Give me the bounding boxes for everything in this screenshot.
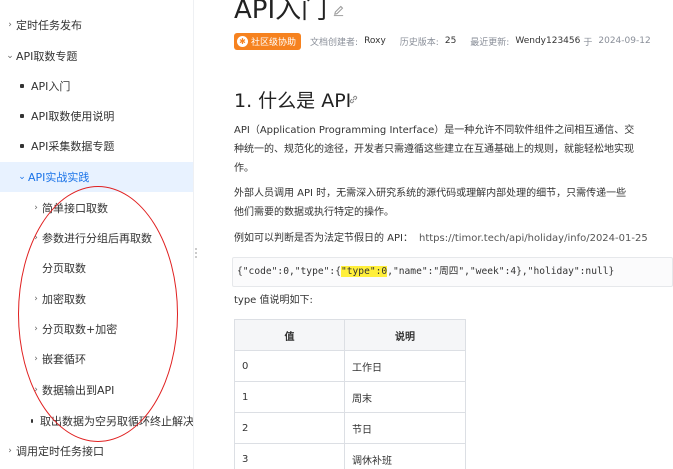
sidebar-item-api-intro[interactable]: API入门	[0, 71, 193, 101]
chevron-right-icon: ›	[8, 446, 12, 456]
article-content: API入门 ✱ 社区级协助 文档创建者: Roxy 历史版本: 25 最近更新:…	[198, 0, 673, 469]
section-heading: 1. 什么是 API	[234, 90, 352, 112]
sidebar-item-output-to-api[interactable]: › 数据输出到API	[0, 375, 193, 405]
paragraph-line: 作。	[234, 163, 254, 174]
sidebar-item-api-usage[interactable]: API取数使用说明	[0, 101, 193, 131]
sidebar-item-api-topic[interactable]: ⌄ API取数专题	[0, 41, 193, 71]
sidebar-item-label: 参数进行分组后再取数	[42, 232, 152, 245]
table-cell: 节日	[344, 412, 466, 444]
article-meta: ✱ 社区级协助 文档创建者: Roxy 历史版本: 25 最近更新: Wendy…	[234, 32, 657, 50]
sidebar-item-label: API取数专题	[16, 50, 78, 63]
sidebar-item-label: 分页取数+加密	[42, 323, 118, 336]
bullet-icon	[31, 419, 33, 423]
table-cell: 周末	[344, 381, 466, 413]
creator-name: Roxy	[364, 36, 386, 46]
version-count[interactable]: 25	[445, 36, 456, 46]
sidebar-item-label: API取数使用说明	[31, 110, 115, 123]
updated-date: 2024-09-12	[598, 36, 651, 46]
sidebar-item-api-collect[interactable]: API采集数据专题	[0, 131, 193, 161]
sidebar-item-label: 定时任务发布	[16, 19, 82, 32]
paragraph-line: 他们需要的数据或执行特定的操作。	[234, 207, 394, 218]
sidebar-item-label: API采集数据专题	[31, 140, 115, 153]
column-header: 说明	[344, 319, 466, 351]
chevron-right-icon: ›	[34, 203, 38, 213]
sidebar-item-grouped-params[interactable]: › 参数进行分组后再取数	[0, 223, 193, 253]
page-title: API入门	[234, 0, 328, 25]
anchor-link-icon[interactable]	[348, 94, 359, 105]
chevron-right-icon: ›	[34, 233, 38, 243]
edit-icon[interactable]	[332, 4, 345, 17]
paragraph-line: 种统一的、规范化的途径，开发者只需遵循这些建立在互通基础上的规则，就能轻松地实现	[234, 144, 634, 155]
updated-label: 最近更新:	[470, 37, 510, 48]
table-row: 0 工作日	[234, 350, 466, 382]
column-header: 值	[234, 319, 345, 351]
table-cell: 1	[234, 381, 345, 413]
table-row: 2 节日	[234, 412, 466, 444]
code-highlight: "type":0	[340, 266, 388, 277]
example-text: 例如可以判断是否为法定节假日的 API：	[234, 233, 413, 244]
sidebar-item-label: 嵌套循环	[42, 353, 86, 366]
sidebar-item-paged-encrypted[interactable]: › 分页取数+加密	[0, 314, 193, 344]
chevron-right-icon: ›	[34, 385, 38, 395]
table-cell: 0	[234, 350, 345, 382]
chevron-right-icon: ›	[34, 324, 38, 334]
sidebar-item-label: 数据输出到API	[42, 384, 115, 397]
fire-icon: ✱	[237, 35, 248, 47]
sidebar-item-api-practice[interactable]: ⌄ API实战实践	[0, 162, 193, 192]
chevron-down-icon: ⌄	[6, 51, 14, 61]
sidebar-item-call-scheduled-api[interactable]: › 调用定时任务接口	[0, 436, 193, 466]
code-text: {"code":0,"type":{	[237, 266, 341, 277]
table-cell: 3	[234, 443, 345, 469]
type-description: type 值说明如下:	[234, 295, 313, 306]
sidebar-item-paged-fetch[interactable]: 分页取数	[0, 253, 193, 283]
sidebar-item-label: 简单接口取数	[42, 202, 108, 215]
sidebar-item-label: API入门	[31, 80, 71, 93]
table-cell: 调休补班	[344, 443, 466, 469]
sidebar-item-label: 分页取数	[42, 262, 86, 275]
type-value-table: 值 说明 0 工作日 1 周末 2 节日 3 调休补班	[234, 319, 466, 469]
table-header-row: 值 说明	[234, 319, 466, 351]
badge-label: 社区级协助	[251, 37, 297, 48]
sidebar-item-label: 调用定时任务接口	[16, 445, 104, 458]
chevron-right-icon: ›	[34, 354, 38, 364]
chevron-right-icon: ›	[34, 294, 38, 304]
chevron-right-icon: ›	[8, 20, 12, 30]
paragraph-line: 外部人员调用 API 时，无需深入研究系统的源代码或理解内部处理的细节，只需传递…	[234, 188, 627, 199]
chevron-down-icon: ⌄	[18, 172, 26, 182]
table-cell: 2	[234, 412, 345, 444]
table-row: 1 周末	[234, 381, 466, 413]
code-block[interactable]: {"code":0,"type":{"type":0,"name":"周四","…	[232, 257, 673, 287]
sidebar-item-label: 取出数据为空另取循环终止解决	[40, 415, 194, 428]
sidebar-item-label: 加密取数	[42, 293, 86, 306]
example-url[interactable]: https://timor.tech/api/holiday/info/2024…	[419, 233, 648, 244]
updated-by: Wendy123456	[515, 36, 581, 46]
code-text: ,"name":"周四","week":4},"holiday":null}	[387, 266, 615, 277]
sidebar-item-scheduled-task-publish[interactable]: › 定时任务发布	[0, 10, 193, 40]
updated-on-label: 于	[583, 37, 593, 48]
example-line: 例如可以判断是否为法定节假日的 API： https://timor.tech/a…	[234, 230, 648, 248]
community-badge: ✱ 社区级协助	[234, 32, 302, 50]
paragraph-line: API（Application Programming Interface）是一…	[234, 125, 635, 136]
table-row: 3 调休补班	[234, 443, 466, 469]
version-label: 历史版本:	[399, 37, 439, 48]
sidebar-item-nested-loop[interactable]: › 嵌套循环	[0, 344, 193, 374]
sidebar-item-label: API实战实践	[28, 171, 90, 184]
bullet-icon	[20, 84, 24, 88]
table-cell: 工作日	[344, 350, 466, 382]
sidebar-item-simple-fetch[interactable]: › 简单接口取数	[0, 193, 193, 223]
sidebar-item-encrypted-fetch[interactable]: › 加密取数	[0, 284, 193, 314]
bullet-icon	[20, 144, 24, 148]
sidebar: › 定时任务发布 ⌄ API取数专题 API入门 API取数使用说明 API采集…	[0, 0, 194, 469]
bullet-icon	[20, 114, 24, 118]
sidebar-item-empty-loop-fix[interactable]: 取出数据为空另取循环终止解决	[0, 406, 194, 436]
creator-label: 文档创建者:	[310, 37, 359, 48]
